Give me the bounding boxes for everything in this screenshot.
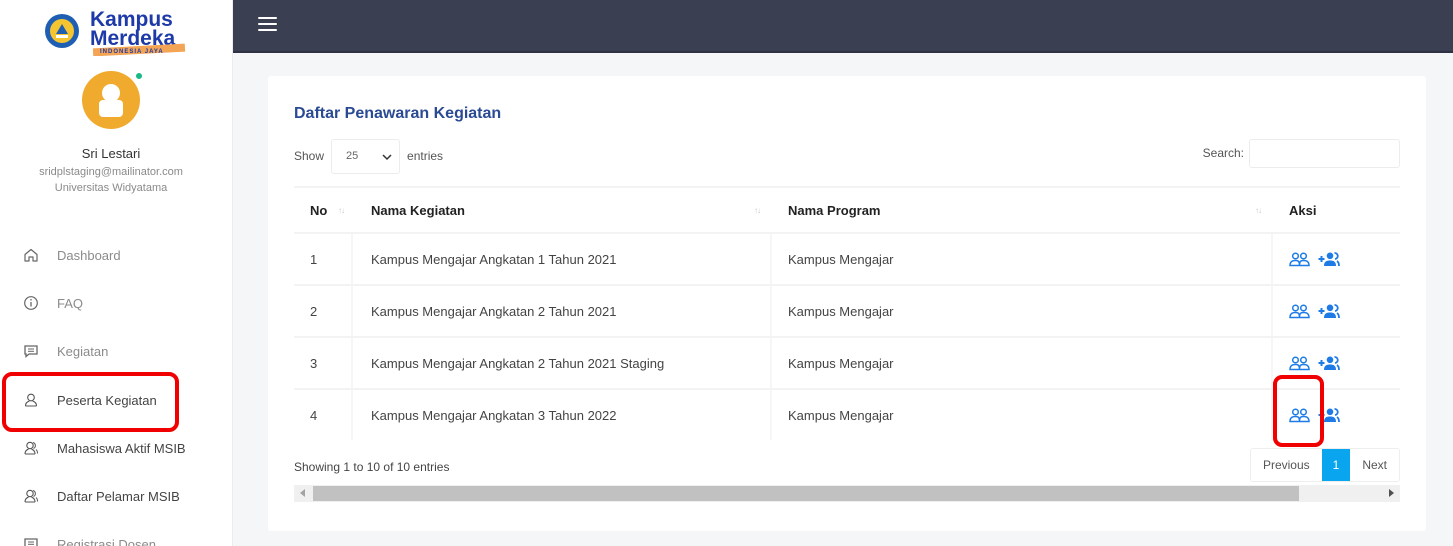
table-row: 2 Kampus Mengajar Angkatan 2 Tahun 2021 … xyxy=(294,284,1400,336)
sidebar-item-kegiatan[interactable]: Kegiatan xyxy=(0,327,232,375)
add-participants-icon[interactable] xyxy=(1318,303,1340,319)
info-icon xyxy=(22,294,40,312)
show-label: Show xyxy=(294,149,325,163)
user-university: Universitas Widyatama xyxy=(54,182,168,194)
cell-nama-kegiatan: Kampus Mengajar Angkatan 2 Tahun 2021 St… xyxy=(371,355,665,371)
cell-no: 4 xyxy=(310,407,318,423)
entries-select[interactable]: 25 xyxy=(331,138,401,174)
cell-no: 2 xyxy=(310,303,318,319)
view-participants-icon[interactable] xyxy=(1289,303,1310,319)
page-title: Daftar Penawaran Kegiatan xyxy=(294,105,502,122)
sort-icon[interactable]: ↑↓ xyxy=(754,206,761,215)
cell-no: 1 xyxy=(310,251,318,267)
cell-aksi xyxy=(1289,234,1340,284)
kampus-merdeka-logo[interactable]: Kampus Merdeka INDONESIA JAYA xyxy=(44,4,189,57)
sidebar: Kampus Merdeka INDONESIA JAYA Sri Lestar… xyxy=(0,0,233,546)
cell-no: 3 xyxy=(310,355,318,371)
cell-nama-kegiatan: Kampus Mengajar Angkatan 2 Tahun 2021 xyxy=(371,303,617,319)
add-participants-icon[interactable] xyxy=(1318,251,1340,267)
header-aksi: Aksi xyxy=(1289,202,1317,218)
cell-nama-kegiatan: Kampus Mengajar Angkatan 1 Tahun 2021 xyxy=(371,251,617,267)
header-nama-kegiatan[interactable]: Nama Kegiatan xyxy=(371,188,465,232)
entries-label: entries xyxy=(407,149,444,163)
home-icon xyxy=(22,246,40,264)
message-icon xyxy=(22,535,40,546)
header-no[interactable]: No xyxy=(310,188,327,232)
avatar[interactable] xyxy=(82,71,143,131)
scroll-right-arrow-icon[interactable] xyxy=(1389,489,1394,497)
table-row: 3 Kampus Mengajar Angkatan 2 Tahun 2021 … xyxy=(294,336,1400,388)
menu-toggle-icon[interactable] xyxy=(258,17,277,33)
cell-nama-program: Kampus Mengajar xyxy=(788,303,894,319)
users-icon xyxy=(22,439,40,457)
view-participants-icon[interactable] xyxy=(1289,251,1310,267)
view-participants-icon[interactable] xyxy=(1289,355,1310,371)
add-participants-icon[interactable] xyxy=(1318,355,1340,371)
message-icon xyxy=(22,342,40,360)
pagination: Previous 1 Next xyxy=(1249,448,1400,482)
pagination-next-button[interactable]: Next xyxy=(1350,449,1399,481)
highlight-annotation-action xyxy=(1273,375,1324,447)
scrollbar-thumb[interactable] xyxy=(313,486,1299,501)
cell-aksi xyxy=(1289,286,1340,336)
sidebar-item-registrasi-dosen[interactable]: Registrasi Dosen xyxy=(0,520,232,546)
cell-nama-program: Kampus Mengajar xyxy=(788,355,894,371)
user-avatar-icon xyxy=(99,83,123,117)
cell-nama-kegiatan: Kampus Mengajar Angkatan 3 Tahun 2022 xyxy=(371,407,617,423)
header-nama-program[interactable]: Nama Program xyxy=(788,188,880,232)
search-label: Search: xyxy=(1202,146,1244,160)
pagination-previous-button[interactable]: Previous xyxy=(1250,449,1322,481)
entries-length-control: Show 25 entries xyxy=(294,138,443,174)
table-row: 4 Kampus Mengajar Angkatan 3 Tahun 2022 … xyxy=(294,388,1400,440)
sidebar-item-dashboard[interactable]: Dashboard xyxy=(0,231,232,279)
kegiatan-table: No ↑↓ Nama Kegiatan ↑↓ Nama Program ↑↓ A… xyxy=(294,186,1400,440)
pagination-page-button[interactable]: 1 xyxy=(1321,449,1351,481)
sidebar-item-daftar-pelamar-msib[interactable]: Daftar Pelamar MSIB xyxy=(0,472,232,520)
user-email: sridplstaging@mailinator.com xyxy=(39,166,183,178)
user-name: Sri Lestari xyxy=(81,146,141,161)
horizontal-scrollbar[interactable] xyxy=(294,485,1400,502)
cell-nama-program: Kampus Mengajar xyxy=(788,407,894,423)
cell-nama-program: Kampus Mengajar xyxy=(788,251,894,267)
search-input[interactable] xyxy=(1249,138,1400,168)
table-info: Showing 1 to 10 of 10 entries xyxy=(294,460,450,474)
search-control: Search: xyxy=(1203,138,1400,168)
sort-icon[interactable]: ↑↓ xyxy=(1255,206,1262,215)
users-icon xyxy=(22,487,40,505)
sidebar-item-faq[interactable]: FAQ xyxy=(0,279,232,327)
chevron-down-icon xyxy=(382,153,392,160)
highlight-annotation-sidebar xyxy=(2,372,179,432)
scroll-left-arrow-icon[interactable] xyxy=(300,489,305,497)
table-row: 1 Kampus Mengajar Angkatan 1 Tahun 2021 … xyxy=(294,232,1400,284)
table-header-row: No ↑↓ Nama Kegiatan ↑↓ Nama Program ↑↓ A… xyxy=(294,186,1400,232)
top-bar xyxy=(233,0,1453,53)
content-card: Daftar Penawaran Kegiatan Show 25 entrie… xyxy=(268,76,1426,531)
sort-icon[interactable]: ↑↓ xyxy=(338,206,345,215)
online-status-dot xyxy=(135,72,143,80)
svg-text:INDONESIA JAYA: INDONESIA JAYA xyxy=(100,49,164,55)
